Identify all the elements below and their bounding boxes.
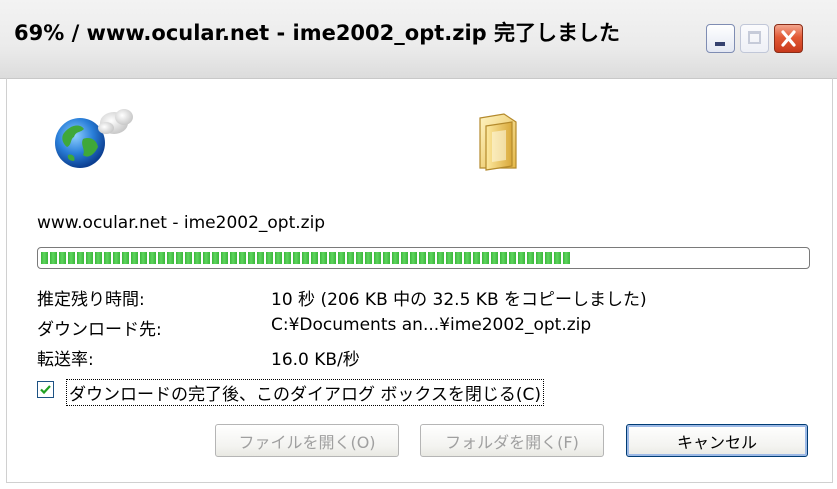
close-on-complete-label[interactable]: ダウンロードの完了後、このダイアログ ボックスを閉じる(C) bbox=[66, 379, 545, 406]
download-source: www.ocular.net - ime2002_opt.zip bbox=[37, 213, 326, 233]
globe-icon bbox=[55, 109, 133, 168]
maximize-button[interactable] bbox=[740, 24, 769, 53]
time-remaining-label: 推定残り時間: bbox=[37, 290, 145, 310]
download-dialog: 69% / www.ocular.net - ime2002_opt.zip 完… bbox=[0, 0, 837, 489]
open-file-button[interactable]: ファイルを開く(O) bbox=[215, 424, 399, 457]
folder-icon bbox=[479, 113, 517, 171]
destination-value: C:¥Documents an...¥ime2002_opt.zip bbox=[271, 315, 592, 335]
window-title: 69% / www.ocular.net - ime2002_opt.zip 完… bbox=[14, 21, 621, 45]
minimize-icon bbox=[715, 42, 725, 46]
download-progress-bar bbox=[37, 247, 810, 269]
close-button[interactable] bbox=[774, 24, 803, 53]
progress-fill bbox=[41, 252, 572, 264]
close-on-complete-checkbox[interactable] bbox=[37, 381, 54, 398]
destination-label: ダウンロード先: bbox=[37, 320, 162, 340]
minimize-button[interactable] bbox=[706, 24, 735, 53]
checkmark-icon bbox=[40, 385, 51, 395]
title-bar[interactable]: 69% / www.ocular.net - ime2002_opt.zip 完… bbox=[0, 0, 837, 79]
cancel-button[interactable]: キャンセル bbox=[626, 424, 808, 457]
transfer-rate-value: 16.0 KB/秒 bbox=[271, 350, 360, 370]
time-remaining-value: 10 秒 (206 KB 中の 32.5 KB をコピーしました) bbox=[271, 290, 647, 310]
transfer-rate-label: 転送率: bbox=[37, 350, 94, 370]
close-icon bbox=[781, 30, 796, 47]
open-folder-button[interactable]: フォルダを開く(F) bbox=[420, 424, 604, 457]
maximize-icon bbox=[748, 31, 761, 44]
